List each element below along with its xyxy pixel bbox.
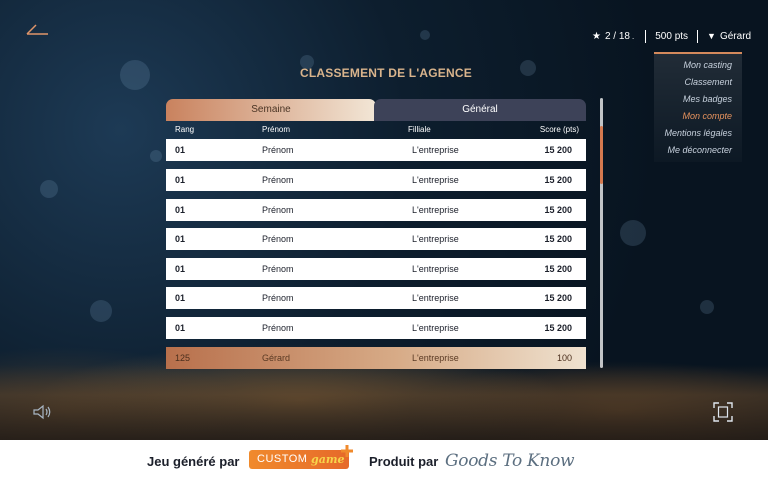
progress-counter: 2 / 18 <box>604 30 630 42</box>
rank-cell: 01 <box>175 293 186 303</box>
table-row: 01 Prénom L'entreprise 15 200 <box>166 139 586 161</box>
bokeh-dot <box>40 180 58 198</box>
company-cell: L'entreprise <box>412 145 459 155</box>
table-row: 01 Prénom L'entreprise 15 200 <box>166 317 586 339</box>
rank-cell: 01 <box>175 323 186 333</box>
plus-icon <box>341 445 353 457</box>
company-cell: L'entreprise <box>412 175 459 185</box>
menu-item-mon-compte[interactable]: Mon compte <box>682 111 732 121</box>
company-cell: L'entreprise <box>412 234 459 244</box>
menu-item-me-deconnecter[interactable]: Me déconnecter <box>667 145 732 155</box>
footer-credits: Jeu généré par CUSTOM game Produit par G… <box>0 440 768 480</box>
rank-cell: 01 <box>175 145 186 155</box>
menu-item-mentions-legales[interactable]: Mentions légales <box>664 128 732 138</box>
custom-game-logo: CUSTOM game <box>249 450 349 469</box>
table-row: 01 Prénom L'entreprise 15 200 <box>166 228 586 250</box>
bokeh-dot <box>120 60 150 90</box>
company-cell: L'entreprise <box>412 264 459 274</box>
name-cell: Prénom <box>262 175 294 185</box>
user-menu-toggle[interactable]: ▼ Gérard <box>707 31 751 42</box>
company-cell: L'entreprise <box>412 353 459 363</box>
tab-semaine[interactable]: Semaine <box>166 99 376 121</box>
divider <box>645 29 647 43</box>
points-counter: 500 pts <box>655 30 689 42</box>
divider <box>697 29 699 43</box>
rank-cell: 01 <box>175 234 186 244</box>
name-cell: Prénom <box>262 205 294 215</box>
score-cell: 15 200 <box>544 234 572 244</box>
company-cell: L'entreprise <box>412 323 459 333</box>
name-cell: Gérard <box>262 353 291 363</box>
name-cell: Prénom <box>262 234 294 244</box>
fullscreen-icon[interactable] <box>713 402 733 422</box>
score-cell: 100 <box>556 353 572 363</box>
rank-cell: 125 <box>175 353 191 363</box>
score-cell: 15 200 <box>544 205 572 215</box>
menu-item-classement[interactable]: Classement <box>684 77 732 87</box>
back-arrow-icon[interactable] <box>24 22 50 38</box>
tab-general[interactable]: Général <box>374 99 586 121</box>
name-cell: Prénom <box>262 264 294 274</box>
user-dropdown-menu: Mon casting Classement Mes badges Mon co… <box>654 52 742 162</box>
column-header-score: Score (pts) <box>539 125 579 134</box>
bokeh-dot <box>700 300 714 314</box>
rank-cell: 01 <box>175 264 186 274</box>
leaderboard: Semaine Général Rang Prénom Filliale Sco… <box>166 99 586 371</box>
rank-cell: 01 <box>175 175 186 185</box>
score-cell: 15 200 <box>544 293 572 303</box>
produced-by-label: Produit par <box>369 454 439 469</box>
table-row: 01 Prénom L'entreprise 15 200 <box>166 169 586 191</box>
top-status-bar: ★ 2 / 18 . 500 pts ▼ Gérard <box>592 29 752 43</box>
menu-item-mes-badges[interactable]: Mes badges <box>683 94 732 104</box>
name-cell: Prénom <box>262 323 294 333</box>
current-user-row: 125 Gérard L'entreprise 100 <box>166 347 586 369</box>
name-cell: Prénom <box>262 145 294 155</box>
bokeh-dot <box>520 60 536 76</box>
bokeh-dot <box>150 150 162 162</box>
game-background: CLASSEMENT DE L'AGENCE ★ 2 / 18 . 500 pt… <box>0 0 768 440</box>
column-header-filliale: Filliale <box>408 125 431 134</box>
glitter-ground <box>0 365 768 440</box>
star-icon: ★ <box>592 30 601 42</box>
score-cell: 15 200 <box>544 175 572 185</box>
goods-to-know-logo: Goods To Know <box>445 451 575 471</box>
column-header-prenom: Prénom <box>262 125 291 134</box>
user-name: Gérard <box>719 30 752 42</box>
bokeh-dot <box>620 220 646 246</box>
scrollbar-thumb[interactable] <box>600 126 603 184</box>
sound-icon[interactable] <box>32 403 52 421</box>
score-cell: 15 200 <box>544 145 572 155</box>
table-row: 01 Prénom L'entreprise 15 200 <box>166 199 586 221</box>
score-cell: 15 200 <box>544 264 572 274</box>
page-title: CLASSEMENT DE L'AGENCE <box>300 66 472 80</box>
company-cell: L'entreprise <box>412 205 459 215</box>
generated-by-label: Jeu généré par <box>147 454 240 469</box>
rank-cell: 01 <box>175 205 186 215</box>
name-cell: Prénom <box>262 293 294 303</box>
score-cell: 15 200 <box>544 323 572 333</box>
bokeh-dot <box>420 30 430 40</box>
bokeh-dot <box>90 300 112 322</box>
table-row: 01 Prénom L'entreprise 15 200 <box>166 287 586 309</box>
caret-down-icon: ▼ <box>707 31 716 41</box>
table-row: 01 Prénom L'entreprise 15 200 <box>166 258 586 280</box>
menu-item-mon-casting[interactable]: Mon casting <box>683 60 732 70</box>
column-header-rang: Rang <box>175 125 195 134</box>
company-cell: L'entreprise <box>412 293 459 303</box>
